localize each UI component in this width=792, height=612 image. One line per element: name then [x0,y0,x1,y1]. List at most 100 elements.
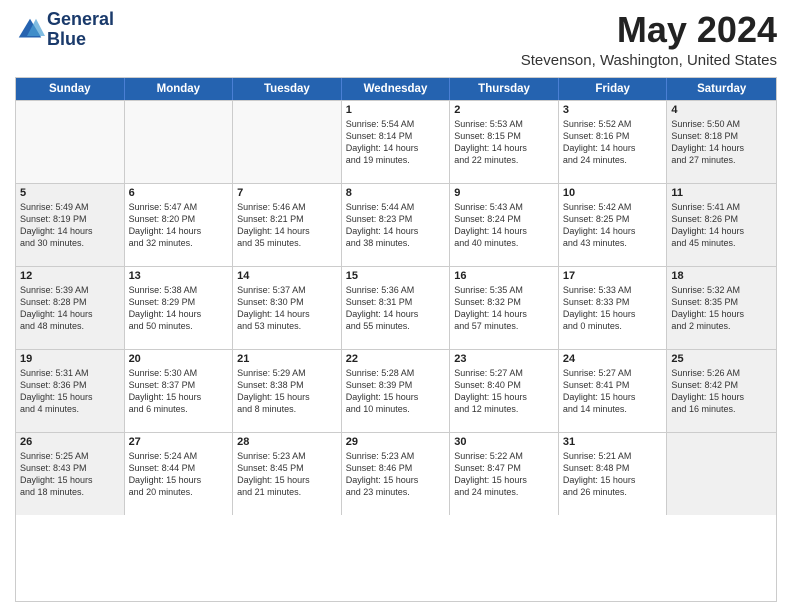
day-number: 16 [454,270,554,282]
day-cell-15: 15Sunrise: 5:36 AMSunset: 8:31 PMDayligh… [342,267,451,349]
day-number: 21 [237,353,337,365]
day-cell-empty [667,433,776,515]
weekday-header-sunday: Sunday [16,78,125,100]
day-cell-4: 4Sunrise: 5:50 AMSunset: 8:18 PMDaylight… [667,101,776,183]
day-cell-8: 8Sunrise: 5:44 AMSunset: 8:23 PMDaylight… [342,184,451,266]
day-cell-empty [233,101,342,183]
cell-line: Sunrise: 5:46 AM [237,201,337,213]
cell-line: Daylight: 14 hours [20,225,120,237]
cell-line: Sunset: 8:39 PM [346,379,446,391]
day-cell-25: 25Sunrise: 5:26 AMSunset: 8:42 PMDayligh… [667,350,776,432]
cell-line: Daylight: 15 hours [129,474,229,486]
day-number: 20 [129,353,229,365]
cell-line: and 12 minutes. [454,403,554,415]
location-title: Stevenson, Washington, United States [521,52,777,69]
day-number: 25 [671,353,772,365]
cell-line: Daylight: 15 hours [237,391,337,403]
day-number: 11 [671,187,772,199]
cell-line: Daylight: 15 hours [454,391,554,403]
page-header: General Blue May 2024 Stevenson, Washing… [15,10,777,69]
cell-line: Sunrise: 5:30 AM [129,367,229,379]
calendar-row-2: 5Sunrise: 5:49 AMSunset: 8:19 PMDaylight… [16,183,776,266]
cell-line: and 57 minutes. [454,320,554,332]
day-number: 3 [563,104,663,116]
cell-line: Sunset: 8:24 PM [454,213,554,225]
cell-line: Daylight: 14 hours [237,225,337,237]
day-cell-14: 14Sunrise: 5:37 AMSunset: 8:30 PMDayligh… [233,267,342,349]
cell-line: Daylight: 15 hours [454,474,554,486]
cell-line: Daylight: 14 hours [671,142,772,154]
day-number: 19 [20,353,120,365]
cell-line: Sunset: 8:47 PM [454,462,554,474]
day-number: 30 [454,436,554,448]
cell-line: Sunset: 8:43 PM [20,462,120,474]
day-number: 27 [129,436,229,448]
calendar: SundayMondayTuesdayWednesdayThursdayFrid… [15,77,777,602]
cell-line: and 55 minutes. [346,320,446,332]
calendar-body: 1 Sunrise: 5:54 AMSunset: 8:14 PM Daylight… [16,100,776,515]
cell-line: Sunset: 8:46 PM [346,462,446,474]
cell-line: Sunrise: 5:47 AM [129,201,229,213]
cell-line: Sunrise: 5:33 AM [563,284,663,296]
day-cell-29: 29Sunrise: 5:23 AMSunset: 8:46 PMDayligh… [342,433,451,515]
day-number: 1 [346,104,446,116]
cell-line: Sunrise: 5:53 AM [454,118,554,130]
cell-line: and 6 minutes. [129,403,229,415]
calendar-row-3: 12Sunrise: 5:39 AMSunset: 8:28 PMDayligh… [16,266,776,349]
day-number: 7 [237,187,337,199]
cell-line: and 24 minutes. [454,486,554,498]
cell-line: Sunrise: 5:54 AM [346,118,446,130]
cell-line: Daylight: 14 hours [129,225,229,237]
cell-line: Sunrise: 5:52 AM [563,118,663,130]
cell-line: Daylight: 15 hours [671,391,772,403]
day-number: 2 [454,104,554,116]
day-number: 22 [346,353,446,365]
cell-line: Daylight: 15 hours [563,308,663,320]
cell-line: Daylight: 15 hours [129,391,229,403]
cell-line: Daylight: 14 hours [563,225,663,237]
cell-line: and 8 minutes. [237,403,337,415]
cell-line: Daylight: 15 hours [20,474,120,486]
day-number: 28 [237,436,337,448]
cell-line: and 35 minutes. [237,237,337,249]
cell-line: and 4 minutes. [20,403,120,415]
cell-line: Sunset: 8:14 PM [346,130,446,142]
day-cell-21: 21Sunrise: 5:29 AMSunset: 8:38 PMDayligh… [233,350,342,432]
day-number: 18 [671,270,772,282]
cell-line: Daylight: 14 hours [237,308,337,320]
cell-line: and 27 minutes. [671,154,772,166]
day-cell-9: 9Sunrise: 5:43 AMSunset: 8:24 PMDaylight… [450,184,559,266]
day-cell-6: 6Sunrise: 5:47 AMSunset: 8:20 PMDaylight… [125,184,234,266]
cell-line: and 43 minutes. [563,237,663,249]
cell-line: Sunset: 8:42 PM [671,379,772,391]
cell-line: Sunrise: 5:27 AM [454,367,554,379]
cell-line: Daylight: 15 hours [20,391,120,403]
cell-line: Daylight: 14 hours [20,308,120,320]
cell-line: Sunset: 8:28 PM [20,296,120,308]
logo: General Blue [15,10,114,50]
cell-line: Daylight: 14 hours [671,225,772,237]
day-number: 15 [346,270,446,282]
cell-line: Sunrise: 5:32 AM [671,284,772,296]
cell-line: and 26 minutes. [563,486,663,498]
cell-line: and 53 minutes. [237,320,337,332]
cell-line: Sunrise: 5:35 AM [454,284,554,296]
cell-line: and 50 minutes. [129,320,229,332]
cell-line: and 20 minutes. [129,486,229,498]
day-cell-24: 24Sunrise: 5:27 AMSunset: 8:41 PMDayligh… [559,350,668,432]
cell-line: Daylight: 15 hours [671,308,772,320]
cell-line: Sunrise: 5:25 AM [20,450,120,462]
title-block: May 2024 Stevenson, Washington, United S… [521,10,777,69]
cell-line: and 30 minutes. [20,237,120,249]
calendar-header: SundayMondayTuesdayWednesdayThursdayFrid… [16,78,776,100]
cell-line: Sunrise: 5:24 AM [129,450,229,462]
weekday-header-tuesday: Tuesday [233,78,342,100]
calendar-row-5: 26Sunrise: 5:25 AMSunset: 8:43 PMDayligh… [16,432,776,515]
cell-line: Sunset: 8:45 PM [237,462,337,474]
cell-line: Daylight: 15 hours [237,474,337,486]
day-cell-28: 28Sunrise: 5:23 AMSunset: 8:45 PMDayligh… [233,433,342,515]
weekday-header-saturday: Saturday [667,78,776,100]
cell-line: Sunset: 8:40 PM [454,379,554,391]
cell-line: Sunset: 8:32 PM [454,296,554,308]
day-number: 10 [563,187,663,199]
